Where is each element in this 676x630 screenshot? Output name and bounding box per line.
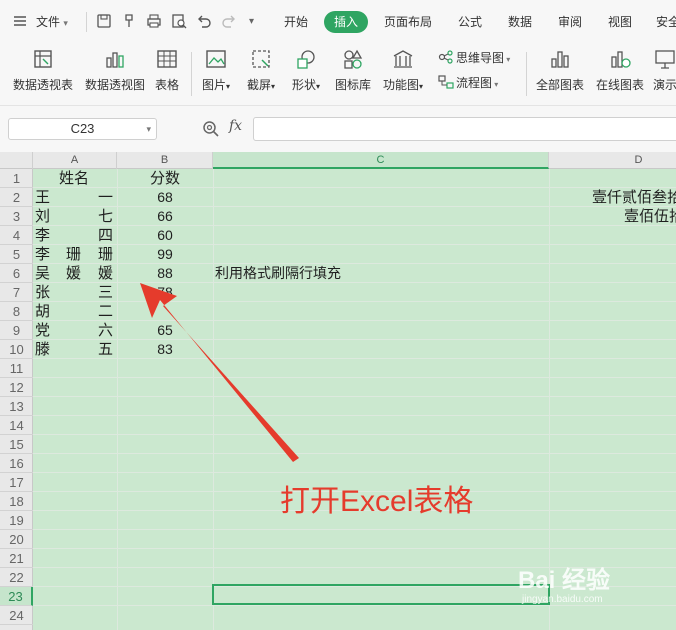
baidu-watermark-url: jingyan.baidu.com (522, 594, 603, 605)
annotation-caption: 打开Excel表格 (280, 485, 474, 518)
annotation-arrow-icon (140, 283, 299, 462)
baidu-watermark-logo: Bai 经验 (518, 567, 611, 594)
